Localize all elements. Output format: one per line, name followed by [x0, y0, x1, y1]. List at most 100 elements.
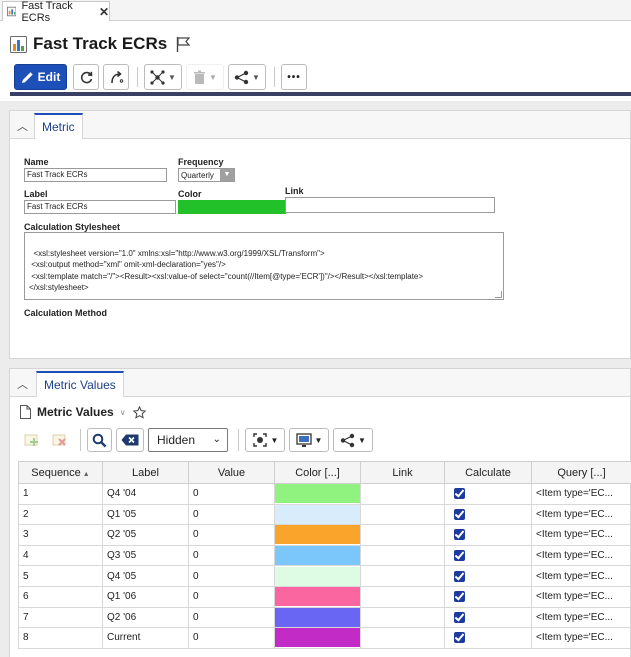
calculate-cell[interactable] [444, 524, 532, 546]
calculate-cell[interactable] [444, 565, 532, 587]
sequence-cell[interactable]: 8 [18, 627, 103, 649]
resize-handle-icon[interactable] [495, 291, 502, 298]
sequence-cell[interactable]: 5 [18, 565, 103, 587]
color-cell[interactable] [274, 503, 361, 526]
color-cell[interactable] [274, 483, 361, 505]
calculate-cell[interactable] [444, 627, 532, 649]
link-cell[interactable] [360, 627, 445, 649]
value-cell[interactable]: 0 [188, 503, 275, 526]
delete-row-button[interactable] [48, 428, 72, 452]
link-cell[interactable] [360, 544, 445, 567]
flag-icon[interactable] [176, 36, 191, 52]
query-cell[interactable]: <Item type='EC... [531, 585, 631, 608]
query-cell[interactable]: <Item type='EC... [531, 483, 631, 505]
color-cell[interactable] [274, 606, 361, 629]
value-cell[interactable]: 0 [188, 606, 275, 629]
column-header-link[interactable]: Link [360, 461, 445, 484]
query-cell[interactable]: <Item type='EC... [531, 627, 631, 649]
column-header-calculate[interactable]: Calculate [444, 461, 532, 484]
column-header-query[interactable]: Query [...] [531, 461, 631, 484]
frequency-select[interactable]: Quarterly ▼ [178, 168, 235, 182]
calculate-cell[interactable] [444, 544, 532, 567]
label-cell[interactable]: Q3 '05 [102, 544, 189, 567]
clear-search-button[interactable] [116, 428, 144, 452]
value-cell[interactable]: 0 [188, 483, 275, 505]
label-cell[interactable]: Current [102, 627, 189, 649]
collapse-icon[interactable]: ︿ [17, 376, 28, 392]
table-row[interactable]: 8 Current 0 <Item type='EC... [18, 627, 631, 649]
color-field[interactable] [178, 200, 286, 214]
tab-metric[interactable]: Metric [34, 113, 83, 139]
link-field[interactable] [285, 197, 495, 213]
add-row-button[interactable] [20, 428, 44, 452]
value-cell[interactable]: 0 [188, 524, 275, 546]
document-tab[interactable]: Fast Track ECRs ✕ [2, 0, 110, 24]
edit-button[interactable]: Edit [14, 64, 67, 90]
query-cell[interactable]: <Item type='EC... [531, 524, 631, 546]
link-cell[interactable] [360, 606, 445, 629]
table-row[interactable]: 3 Q2 '05 0 <Item type='EC... [18, 524, 631, 546]
label-field[interactable]: Fast Track ECRs [24, 200, 176, 214]
table-row[interactable]: 5 Q4 '05 0 <Item type='EC... [18, 565, 631, 587]
delete-menu-button[interactable]: ▼ [186, 64, 224, 90]
value-cell[interactable]: 0 [188, 627, 275, 649]
close-tab-icon[interactable]: ✕ [99, 5, 109, 19]
checkbox-checked-icon[interactable] [454, 570, 465, 582]
link-cell[interactable] [360, 503, 445, 526]
column-header-color[interactable]: Color [...] [274, 461, 361, 484]
color-cell[interactable] [274, 565, 361, 587]
search-button[interactable] [87, 428, 112, 452]
table-row[interactable]: 7 Q2 '06 0 <Item type='EC... [18, 606, 631, 629]
column-header-value[interactable]: Value [188, 461, 275, 484]
refresh-button[interactable] [73, 64, 99, 90]
label-cell[interactable]: Q2 '05 [102, 524, 189, 546]
color-cell[interactable] [274, 524, 361, 546]
query-cell[interactable]: <Item type='EC... [531, 503, 631, 526]
calculate-cell[interactable] [444, 606, 532, 629]
search-mode-select[interactable]: Hidden ⌄ [148, 428, 228, 452]
table-row[interactable]: 2 Q1 '05 0 <Item type='EC... [18, 503, 631, 526]
share-menu-button[interactable]: ▼ [333, 428, 373, 452]
checkbox-checked-icon[interactable] [454, 550, 465, 561]
link-cell[interactable] [360, 524, 445, 546]
star-icon[interactable] [132, 405, 146, 419]
label-cell[interactable]: Q4 '04 [102, 483, 189, 505]
checkbox-checked-icon[interactable] [454, 529, 465, 541]
tab-metric-values[interactable]: Metric Values [36, 371, 124, 397]
color-cell[interactable] [274, 627, 361, 649]
sequence-cell[interactable]: 2 [18, 503, 103, 526]
label-cell[interactable]: Q4 '05 [102, 565, 189, 587]
link-cell[interactable] [360, 565, 445, 587]
checkbox-checked-icon[interactable] [454, 508, 465, 520]
value-cell[interactable]: 0 [188, 544, 275, 567]
sequence-cell[interactable]: 1 [18, 483, 103, 505]
query-cell[interactable]: <Item type='EC... [531, 606, 631, 629]
share-menu-button[interactable]: ▼ [228, 64, 266, 90]
structure-menu-button[interactable]: ▼ [144, 64, 182, 90]
calculate-cell[interactable] [444, 585, 532, 608]
calculate-cell[interactable] [444, 503, 532, 526]
value-cell[interactable]: 0 [188, 565, 275, 587]
label-cell[interactable]: Q1 '06 [102, 585, 189, 608]
label-cell[interactable]: Q1 '05 [102, 503, 189, 526]
sequence-cell[interactable]: 4 [18, 544, 103, 567]
checkbox-checked-icon[interactable] [454, 488, 465, 500]
link-cell[interactable] [360, 483, 445, 505]
collapse-icon[interactable]: ︿ [17, 118, 28, 134]
select-menu-button[interactable]: ▼ [245, 428, 285, 452]
column-header-sequence[interactable]: Sequence ▲ [18, 461, 103, 484]
sequence-cell[interactable]: 6 [18, 585, 103, 608]
sequence-cell[interactable]: 3 [18, 524, 103, 546]
calculation-stylesheet-field[interactable]: <xsl:stylesheet version="1.0" xmlns:xsl=… [24, 232, 504, 300]
chevron-down-icon[interactable]: ∨ [120, 408, 126, 417]
value-cell[interactable]: 0 [188, 585, 275, 608]
label-cell[interactable]: Q2 '06 [102, 606, 189, 629]
checkbox-checked-icon[interactable] [454, 591, 465, 603]
table-row[interactable]: 6 Q1 '06 0 <Item type='EC... [18, 585, 631, 608]
color-cell[interactable] [274, 544, 361, 567]
table-row[interactable]: 4 Q3 '05 0 <Item type='EC... [18, 544, 631, 567]
checkbox-checked-icon[interactable] [454, 632, 465, 644]
color-cell[interactable] [274, 585, 361, 608]
more-options-button[interactable]: ••• [281, 64, 307, 90]
query-cell[interactable]: <Item type='EC... [531, 544, 631, 567]
